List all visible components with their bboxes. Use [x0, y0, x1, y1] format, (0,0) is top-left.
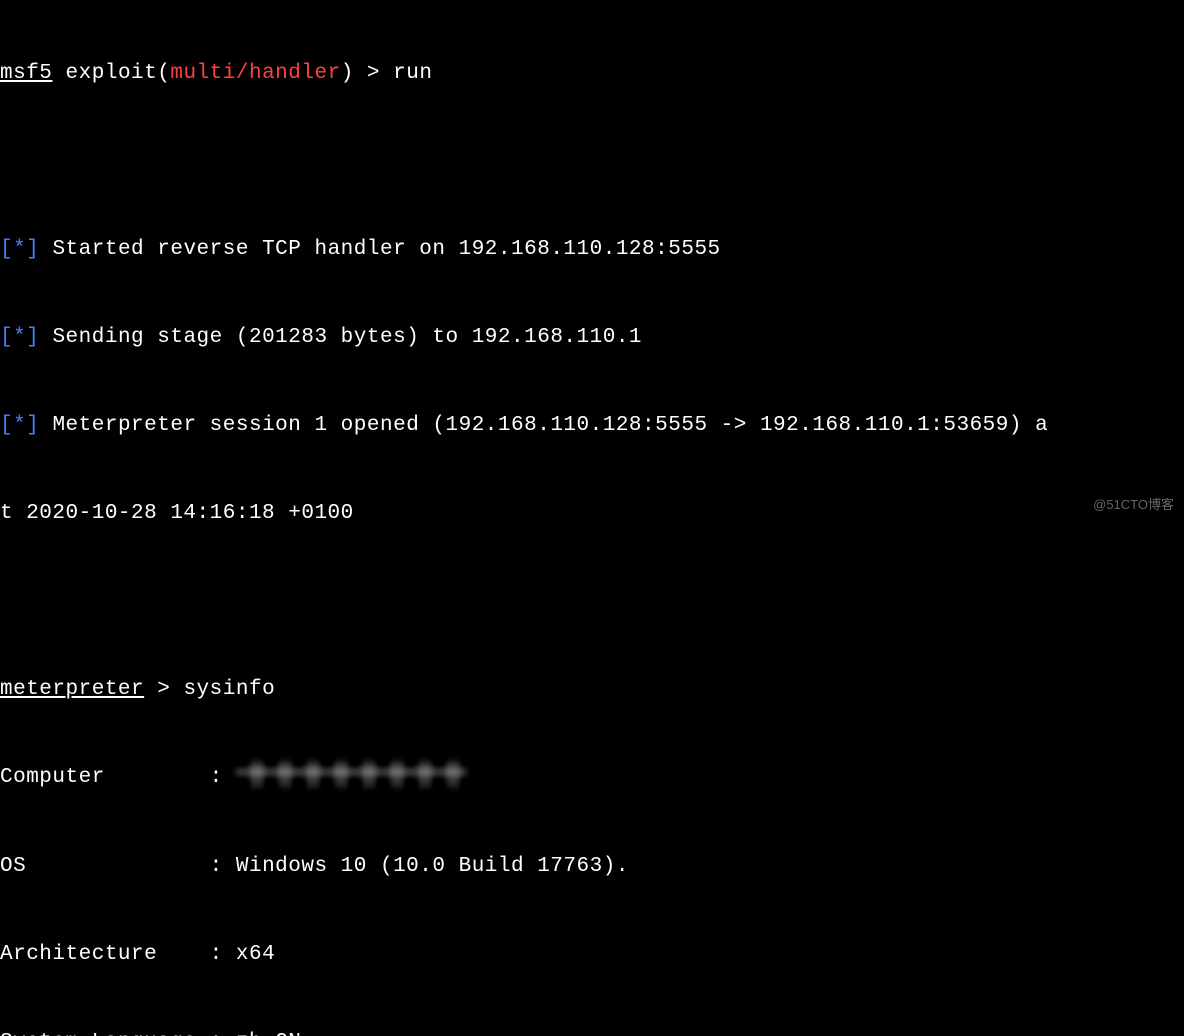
log-text-1: Started reverse TCP handler on 192.168.1… [52, 238, 720, 261]
key-computer: Computer : [0, 766, 223, 789]
bracket-open: [ [0, 326, 13, 349]
log-text-2: Sending stage (201283 bytes) to 192.168.… [52, 326, 642, 349]
msf-label: msf5 [0, 62, 52, 85]
star-icon: * [13, 414, 26, 437]
bracket-open: [ [0, 238, 13, 261]
module-path: multi/handler [170, 62, 340, 85]
bracket-open: [ [0, 414, 13, 437]
log-text-3a: Meterpreter session 1 opened (192.168.11… [52, 414, 1048, 437]
val-lang: zh_CN [236, 1031, 302, 1036]
blank-line [0, 587, 1184, 616]
sysinfo-os: OS : Windows 10 (10.0 Build 17763). [0, 852, 1184, 881]
val-arch: x64 [236, 943, 275, 966]
bracket-close: ] [26, 414, 39, 437]
prompt-gt: > [367, 62, 380, 85]
log-line-2: [*] Sending stage (201283 bytes) to 192.… [0, 323, 1184, 352]
prompt-gt: > [157, 678, 170, 701]
log-line-3b: t 2020-10-28 14:16:18 +0100 [0, 499, 1184, 528]
star-icon: * [13, 238, 26, 261]
blank-line [0, 147, 1184, 176]
key-os: OS : [0, 855, 223, 878]
key-arch: Architecture : [0, 943, 223, 966]
prompt-line-msf: msf5 exploit(multi/handler) > run [0, 59, 1184, 88]
star-icon: * [13, 326, 26, 349]
bracket-close: ] [26, 326, 39, 349]
sysinfo-arch: Architecture : x64 [0, 940, 1184, 969]
exploit-word: exploit [66, 62, 158, 85]
sysinfo-computer: Computer : [0, 763, 1184, 792]
paren-close: ) [341, 62, 354, 85]
bracket-close: ] [26, 238, 39, 261]
watermark: @51CTO博客 [1093, 496, 1174, 514]
meterpreter-label: meterpreter [0, 678, 144, 701]
prompt-line-meterpreter-1: meterpreter > sysinfo [0, 675, 1184, 704]
log-text-3b: t 2020-10-28 14:16:18 +0100 [0, 502, 354, 525]
cmd-run: run [393, 62, 432, 85]
sysinfo-lang: System Language : zh_CN [0, 1028, 1184, 1036]
paren-open: ( [157, 62, 170, 85]
log-line-3a: [*] Meterpreter session 1 opened (192.16… [0, 411, 1184, 440]
val-os: Windows 10 (10.0 Build 17763). [236, 855, 629, 878]
cmd-sysinfo: sysinfo [183, 678, 275, 701]
key-lang: System Language : [0, 1031, 223, 1036]
log-line-1: [*] Started reverse TCP handler on 192.1… [0, 235, 1184, 264]
censored-value [236, 761, 466, 787]
terminal-output[interactable]: msf5 exploit(multi/handler) > run [*] St… [0, 0, 1184, 1036]
